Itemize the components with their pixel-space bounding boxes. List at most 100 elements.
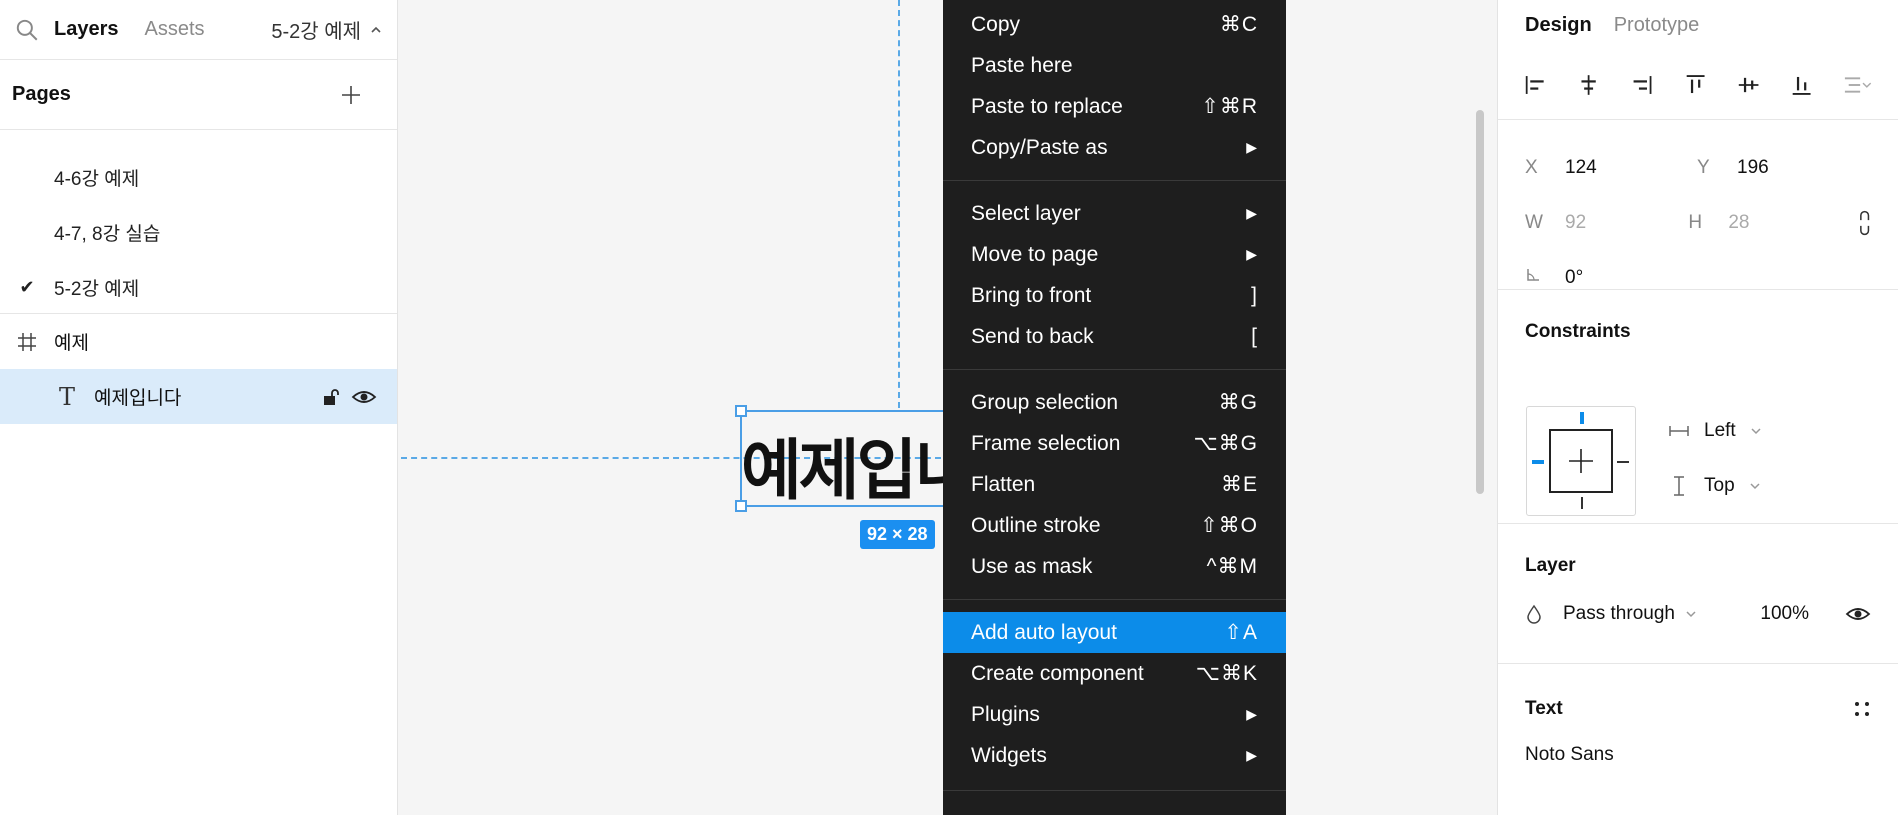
menu-item-shortcut: ⌘E: [1220, 473, 1258, 496]
distribute-menu-icon[interactable]: [1843, 72, 1872, 98]
tab-assets[interactable]: Assets: [145, 18, 205, 41]
horizontal-constraint-icon: [1669, 426, 1689, 436]
text-styles-icon[interactable]: [1853, 700, 1871, 718]
constraint-top-active[interactable]: [1580, 412, 1584, 424]
tab-design[interactable]: Design: [1525, 14, 1592, 37]
menu-item-plugins[interactable]: Plugins ▶: [943, 694, 1286, 735]
menu-item-shortcut: ⌥⌘K: [1195, 662, 1258, 685]
menu-item-widgets[interactable]: Widgets ▶: [943, 735, 1286, 776]
menu-item-send-to-back[interactable]: Send to back [: [943, 316, 1286, 357]
vertical-constraint-value: Top: [1704, 475, 1735, 496]
align-left-icon[interactable]: [1524, 72, 1547, 98]
design-panel: Design Prototype X 124 Y 196 W 92 H 28 0°: [1497, 0, 1898, 815]
constraints-widget[interactable]: [1526, 406, 1636, 516]
rotation-icon: [1525, 267, 1565, 289]
menu-item-outline-stroke[interactable]: Outline stroke ⇧⌘O: [943, 505, 1286, 546]
h-label: H: [1688, 211, 1703, 233]
menu-item-label: Widgets: [971, 743, 1047, 767]
menu-item-label: Add auto layout: [971, 620, 1117, 644]
w-value[interactable]: 92: [1565, 212, 1586, 234]
menu-item-move-to-page[interactable]: Move to page ▶: [943, 234, 1286, 275]
rotation-field[interactable]: 0°: [1525, 267, 1697, 289]
constrain-proportions-icon[interactable]: [1858, 209, 1871, 237]
page-item[interactable]: 4-6강 예제: [0, 150, 397, 205]
submenu-arrow-icon: ▶: [1246, 747, 1258, 763]
menu-item-label: Create component: [971, 661, 1144, 685]
h-value[interactable]: 28: [1728, 212, 1749, 234]
search-icon[interactable]: [14, 17, 40, 43]
align-vertical-center-icon[interactable]: [1737, 72, 1760, 98]
menu-item-frame-selection[interactable]: Frame selection ⌥⌘G: [943, 423, 1286, 464]
page-item-label: 5-2강 예제: [54, 279, 140, 300]
layer-title: Layer: [1525, 555, 1576, 576]
eye-icon[interactable]: [1845, 604, 1871, 624]
menu-item-label: Copy/Paste as: [971, 135, 1108, 159]
unlock-icon[interactable]: [321, 387, 341, 407]
dimensions-badge: 92 × 28: [860, 520, 935, 549]
menu-item-copy-paste-as[interactable]: Copy/Paste as ▶: [943, 127, 1286, 168]
align-top-icon[interactable]: [1684, 72, 1707, 98]
h-field[interactable]: H 28: [1688, 212, 1851, 234]
eye-icon[interactable]: [351, 387, 377, 407]
menu-item-paste-to-replace[interactable]: Paste to replace ⇧⌘R: [943, 86, 1286, 127]
vertical-constraint-select[interactable]: Top: [1668, 475, 1761, 497]
menu-item-paste-here[interactable]: Paste here: [943, 45, 1286, 86]
menu-item-shortcut: ⇧A: [1224, 621, 1258, 644]
align-right-icon[interactable]: [1630, 72, 1653, 98]
opacity-value[interactable]: 100%: [1760, 603, 1809, 625]
menu-item-copy[interactable]: Copy ⌘C: [943, 4, 1286, 45]
menu-item-label: Plugins: [971, 702, 1040, 726]
constraint-right[interactable]: [1617, 461, 1629, 463]
canvas-scrollbar[interactable]: [1476, 110, 1484, 494]
add-page-button[interactable]: [337, 81, 365, 109]
menu-separator: [943, 180, 1286, 181]
menu-item-shortcut: [: [1251, 324, 1258, 348]
font-family-select[interactable]: Noto Sans: [1525, 744, 1871, 766]
menu-item-use-as-mask[interactable]: Use as mask ^⌘M: [943, 546, 1286, 587]
design-panel-tabs: Design Prototype: [1498, 0, 1898, 50]
constraint-bottom[interactable]: [1581, 497, 1583, 509]
w-field[interactable]: W 92: [1525, 212, 1688, 234]
chevron-down-icon: [1750, 483, 1760, 490]
layer-row-frame[interactable]: 예제: [0, 314, 397, 369]
checkmark-icon: ✔: [19, 277, 35, 297]
page-selector[interactable]: 5-2강 예제: [271, 15, 383, 44]
menu-item-select-layer[interactable]: Select layer ▶: [943, 193, 1286, 234]
page-selector-label: 5-2강 예제: [271, 21, 361, 43]
resize-handle-bottom-left[interactable]: [735, 500, 747, 512]
y-value[interactable]: 196: [1737, 157, 1769, 179]
menu-item-create-component[interactable]: Create component ⌥⌘K: [943, 653, 1286, 694]
page-item[interactable]: 4-7, 8강 실습: [0, 205, 397, 260]
rotation-value[interactable]: 0°: [1565, 267, 1583, 289]
tab-layers[interactable]: Layers: [54, 18, 119, 41]
layer-row-text[interactable]: T 예제입니다: [0, 369, 397, 424]
menu-item-bring-to-front[interactable]: Bring to front]: [943, 275, 1286, 316]
x-field[interactable]: X 124: [1525, 157, 1697, 179]
horizontal-constraint-select[interactable]: Left: [1668, 420, 1762, 442]
blend-mode-select[interactable]: Pass through: [1563, 603, 1697, 625]
horizontal-constraint-value: Left: [1704, 420, 1736, 441]
blend-mode-icon: [1527, 604, 1541, 624]
submenu-arrow-icon: ▶: [1246, 706, 1258, 722]
x-value[interactable]: 124: [1565, 157, 1597, 179]
menu-item-flatten[interactable]: Flatten ⌘E: [943, 464, 1286, 505]
menu-item-shortcut: ^⌘M: [1206, 555, 1258, 578]
resize-handle-top-left[interactable]: [735, 405, 747, 417]
page-item-active[interactable]: ✔ 5-2강 예제: [0, 260, 397, 315]
pages-header: Pages: [0, 60, 397, 130]
menu-item-add-auto-layout[interactable]: Add auto layout ⇧A: [943, 612, 1286, 653]
menu-item-label: Frame selection: [971, 431, 1121, 455]
layers-panel-header: Layers Assets 5-2강 예제: [0, 0, 397, 60]
menu-item-label: Move to page: [971, 242, 1099, 266]
tab-prototype[interactable]: Prototype: [1614, 14, 1700, 37]
y-field[interactable]: Y 196: [1697, 157, 1869, 179]
align-horizontal-center-icon[interactable]: [1577, 72, 1600, 98]
alignment-toolbar: [1498, 50, 1898, 120]
constraint-left-active[interactable]: [1532, 460, 1544, 464]
menu-item-group-selection[interactable]: Group selection ⌘G: [943, 382, 1286, 423]
x-label: X: [1525, 156, 1538, 178]
menu-item-shortcut: ⇧⌘O: [1200, 514, 1258, 537]
menu-separator: [943, 599, 1286, 600]
align-bottom-icon[interactable]: [1790, 72, 1813, 98]
menu-item-label: Select layer: [971, 201, 1081, 225]
